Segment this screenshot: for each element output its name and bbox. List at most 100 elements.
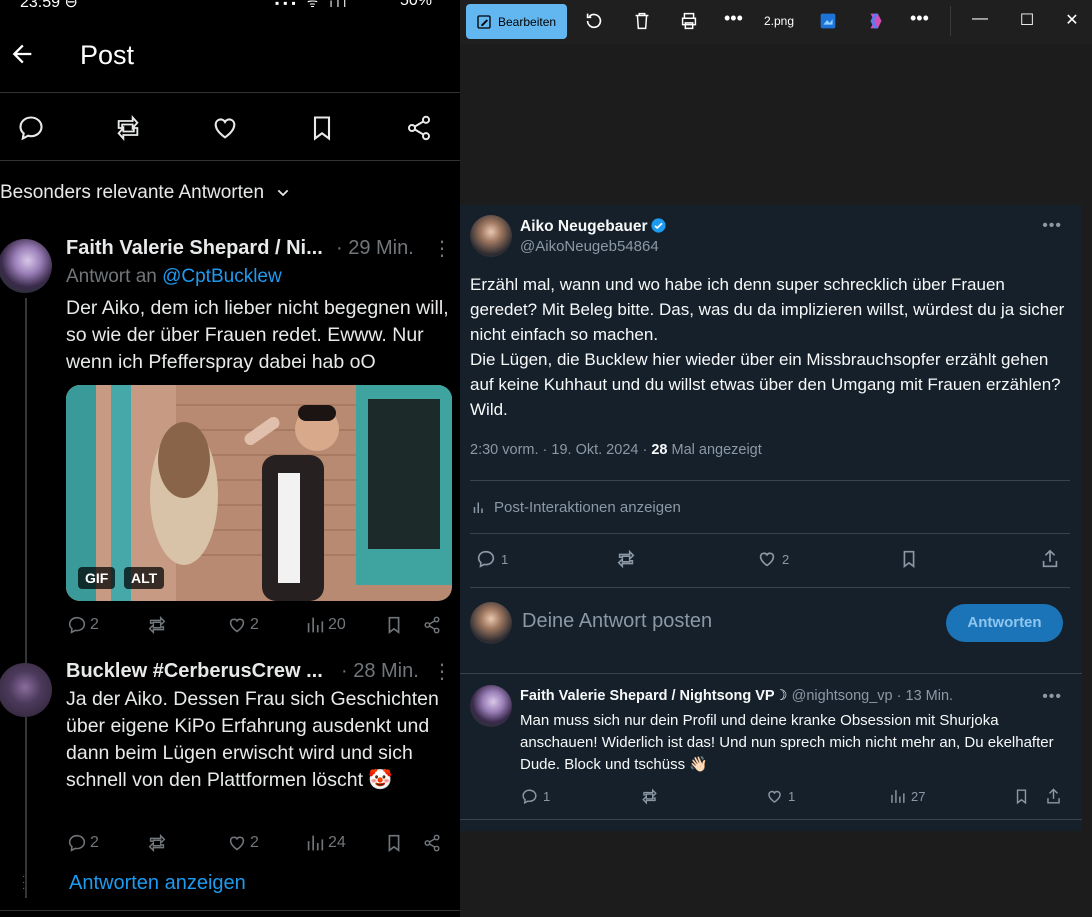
- show-replies-link[interactable]: Antworten anzeigen: [69, 872, 246, 895]
- sub-reply-header: Faith Valerie Shepard / Nightsong VP☽ @n…: [520, 688, 953, 704]
- repost-button[interactable]: [146, 832, 168, 854]
- reply-submit-button[interactable]: Antworten: [946, 604, 1063, 642]
- share-icon: [424, 834, 440, 852]
- analytics-icon: [307, 617, 324, 633]
- sub-reply-author-name[interactable]: Faith Valerie Shepard / Nightsong VP☽: [520, 688, 788, 704]
- reply-author-name[interactable]: Faith Valerie Shepard / Ni...: [66, 237, 323, 260]
- maximize-button[interactable]: ☐: [1016, 10, 1038, 32]
- more-options-icon[interactable]: •••: [1042, 688, 1062, 706]
- like-count-value: 1: [788, 789, 796, 804]
- share-upload-icon: [1047, 788, 1060, 804]
- delete-icon[interactable]: [631, 10, 653, 32]
- view-count[interactable]: 20: [304, 614, 346, 636]
- like-count[interactable]: 2: [226, 832, 259, 854]
- reply-count-value: 2: [90, 616, 99, 633]
- reply-count[interactable]: 1: [520, 787, 550, 806]
- repost-icon[interactable]: [114, 114, 142, 142]
- view-count[interactable]: 24: [304, 832, 346, 854]
- viewer-toolbar: Bearbeiten ••• 2.png ••• — ☐ ✕: [460, 0, 1092, 44]
- repost-button[interactable]: [640, 787, 659, 806]
- rotate-icon[interactable]: [583, 10, 605, 32]
- divider: [470, 480, 1070, 481]
- reply-count[interactable]: 2: [66, 614, 99, 636]
- minimize-button[interactable]: —: [969, 10, 991, 32]
- reply-icon[interactable]: [17, 114, 45, 142]
- reply-text: Der Aiko, dem ich lieber nicht begegnen …: [66, 297, 449, 373]
- like-count[interactable]: 2: [226, 614, 259, 636]
- verified-badge-icon: [651, 218, 667, 233]
- tweet-screenshot: Aiko Neugebauer @AikoNeugeb54864 ••• Erz…: [460, 205, 1082, 831]
- divider: [470, 587, 1070, 588]
- like-count[interactable]: 2: [756, 548, 789, 570]
- avatar: [470, 602, 512, 644]
- bookmark-button[interactable]: [383, 614, 405, 636]
- bookmark-button[interactable]: [898, 548, 920, 570]
- status-icons: ▪▪▪ ᯤ ıll: [274, 0, 350, 10]
- tweet-timestamp[interactable]: 2:30 vorm. · 19. Okt. 2024 ·: [470, 442, 651, 458]
- share-upload-icon: [1042, 549, 1058, 568]
- avatar[interactable]: [0, 663, 52, 717]
- reply-to-handle[interactable]: @CptBucklew: [162, 266, 282, 287]
- share-button[interactable]: [1039, 548, 1061, 570]
- reply-author-name[interactable]: Bucklew #CerberusCrew ...: [66, 660, 323, 683]
- share-button[interactable]: [1044, 787, 1063, 806]
- chevron-down-icon: [278, 189, 289, 197]
- reply-to-prefix: Antwort an: [66, 266, 163, 287]
- reply-stats: 2 2 24: [66, 832, 446, 858]
- share-button[interactable]: [421, 614, 443, 636]
- avatar[interactable]: [470, 685, 512, 727]
- edit-button-label: Bearbeiten: [498, 14, 557, 29]
- more-actions-icon[interactable]: •••: [724, 8, 746, 30]
- copilot-icon[interactable]: [865, 10, 887, 32]
- reply-count[interactable]: 2: [66, 832, 99, 854]
- toolbar-separator: [950, 6, 951, 36]
- reply-icon: [522, 789, 537, 805]
- gif-media[interactable]: GIF ALT: [66, 385, 452, 601]
- edit-button[interactable]: Bearbeiten: [466, 4, 567, 39]
- more-options-icon[interactable]: ⋮: [432, 236, 452, 261]
- overflow-menu-icon[interactable]: •••: [910, 8, 932, 30]
- avatar[interactable]: [0, 239, 52, 293]
- bookmark-icon[interactable]: [308, 114, 336, 142]
- thread-line: [25, 298, 27, 898]
- like-count-value: 2: [250, 616, 259, 633]
- bookmark-button[interactable]: [1012, 787, 1031, 806]
- share-icon[interactable]: [405, 114, 433, 142]
- more-options-icon[interactable]: ⋮: [432, 659, 452, 684]
- repost-button[interactable]: [615, 548, 637, 570]
- repost-button[interactable]: [146, 614, 168, 636]
- reply-input[interactable]: Deine Antwort posten: [522, 610, 712, 633]
- bookmark-icon: [388, 616, 400, 634]
- reply-icon: [68, 616, 86, 634]
- sub-reply-handle[interactable]: @nightsong_vp: [792, 688, 893, 704]
- print-icon[interactable]: [678, 10, 700, 32]
- alt-badge[interactable]: ALT: [124, 567, 165, 589]
- gif-badge: GIF: [78, 567, 116, 589]
- view-count[interactable]: 27: [888, 787, 925, 806]
- share-button[interactable]: [421, 832, 443, 854]
- like-icon: [229, 836, 245, 851]
- reply-count[interactable]: 1: [475, 548, 508, 570]
- divider: [0, 910, 460, 911]
- image-app-icon[interactable]: [817, 10, 839, 32]
- like-icon[interactable]: [211, 114, 239, 142]
- like-count[interactable]: 1: [765, 787, 795, 806]
- tweet-author-name[interactable]: Aiko Neugebauer: [520, 217, 667, 236]
- reply-sort-dropdown[interactable]: Besonders relevante Antworten: [0, 182, 291, 204]
- reply-time: · 29 Min.: [336, 237, 414, 259]
- battery-level: 50%: [399, 0, 432, 9]
- bookmark-icon: [903, 550, 915, 568]
- reply-count-value: 1: [543, 789, 551, 804]
- back-arrow-icon[interactable]: [8, 40, 36, 68]
- reply-time: · 28 Min.: [341, 660, 419, 682]
- more-options-icon[interactable]: •••: [1042, 217, 1062, 235]
- avatar[interactable]: [470, 215, 512, 257]
- analytics-icon: [307, 835, 324, 851]
- tweet-author-handle[interactable]: @AikoNeugeb54864: [520, 238, 659, 255]
- bookmark-icon: [1016, 789, 1027, 805]
- post-interactions-link[interactable]: Post-Interaktionen anzeigen: [470, 498, 681, 516]
- phone-screenshot: 23:59 ⊖ ▪▪▪ ᯤ ıll 50% Post Besonders rel…: [0, 0, 460, 917]
- reply-text: Ja der Aiko. Dessen Frau sich Geschichte…: [66, 688, 439, 791]
- close-button[interactable]: ✕: [1061, 10, 1083, 32]
- bookmark-button[interactable]: [383, 832, 405, 854]
